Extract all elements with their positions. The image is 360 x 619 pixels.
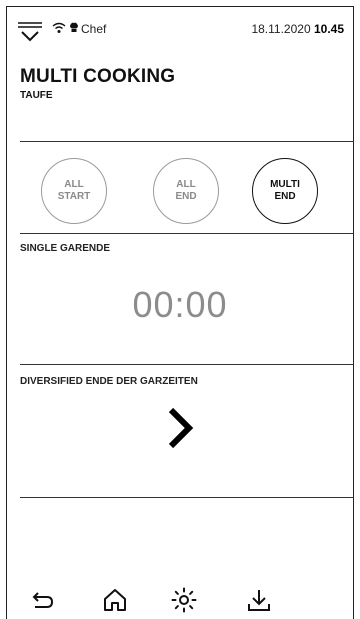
page-title: MULTI COOKING: [20, 66, 176, 87]
mode-label-line2: END: [175, 191, 197, 202]
divider: [20, 233, 354, 234]
mode-label-line1: ALL: [176, 179, 196, 190]
mode-label-line2: START: [57, 191, 91, 202]
chevron-right-icon[interactable]: [163, 404, 197, 452]
single-end-timer[interactable]: 00:00: [0, 284, 360, 326]
mode-label-line1: MULTI: [270, 179, 300, 190]
chef-hat-icon: [70, 22, 78, 32]
mode-label-line2: END: [274, 191, 296, 202]
multi-end-button[interactable]: MULTI END: [252, 158, 318, 224]
date: 18.11.2020: [251, 22, 311, 36]
brightness-icon[interactable]: [171, 587, 197, 613]
all-end-button[interactable]: ALL END: [153, 158, 219, 224]
divider: [20, 141, 354, 142]
page-subtitle: TAUFE: [20, 90, 53, 101]
back-arrow-icon[interactable]: [30, 587, 56, 613]
user-name: Chef: [81, 22, 107, 36]
time: 10.45: [313, 22, 344, 36]
divider: [20, 497, 354, 498]
single-end-label: SINGLE GARENDE: [20, 243, 111, 254]
download-icon[interactable]: [246, 587, 272, 613]
status-bar: Chef 18.11.2020 10.45: [6, 6, 354, 52]
wifi-icon: [52, 22, 66, 33]
diversified-end-label: DIVERSIFIED ENDE DER GARZEITEN: [20, 376, 198, 387]
date-time: 18.11.2020 10.45: [251, 22, 344, 36]
all-start-button[interactable]: ALL START: [41, 158, 107, 224]
divider: [20, 364, 354, 365]
mode-label-line1: ALL: [64, 179, 84, 190]
home-icon[interactable]: [102, 587, 128, 613]
menu-chevron-icon[interactable]: [17, 20, 43, 46]
